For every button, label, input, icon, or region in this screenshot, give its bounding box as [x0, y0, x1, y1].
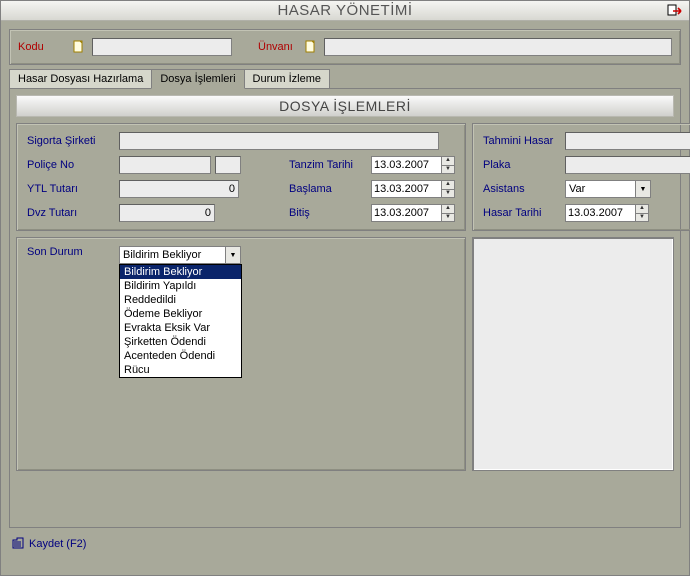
- tab-dosya-islemleri[interactable]: Dosya İşlemleri: [151, 69, 244, 89]
- dropdown-option[interactable]: Bildirim Bekliyor: [120, 265, 241, 279]
- spin-up-icon[interactable]: ▲: [441, 204, 455, 213]
- spin-up-icon[interactable]: ▲: [635, 204, 649, 213]
- plaka-label: Plaka: [483, 159, 561, 171]
- document-icon[interactable]: [304, 40, 318, 54]
- dropdown-option[interactable]: Şirketten Ödendi: [120, 335, 241, 349]
- spin-up-icon[interactable]: ▲: [441, 180, 455, 189]
- unvani-input[interactable]: [324, 38, 672, 56]
- sigorta-label: Sigorta Şirketi: [27, 135, 115, 147]
- spin-down-icon[interactable]: ▼: [441, 213, 455, 223]
- tab-hasar-dosyasi[interactable]: Hasar Dosyası Hazırlama: [9, 69, 152, 89]
- window-title: HASAR YÖNETİMİ: [277, 2, 412, 19]
- save-button[interactable]: Kaydet (F2): [11, 537, 86, 552]
- dropdown-option[interactable]: Rücu: [120, 363, 241, 377]
- baslama-label: Başlama: [289, 183, 367, 195]
- bitis-label: Bitiş: [289, 207, 367, 219]
- son-durum-combo[interactable]: ▼ Bildirim Bekliyor Bildirim Yapıldı Red…: [119, 246, 241, 264]
- chevron-down-icon[interactable]: ▼: [635, 180, 651, 198]
- window: HASAR YÖNETİMİ Kodu Ünvanı Hasar Dosyası…: [0, 0, 690, 576]
- sigorta-input[interactable]: [119, 132, 439, 150]
- tanzim-date[interactable]: ▲▼: [371, 156, 455, 174]
- bitis-date[interactable]: ▲▼: [371, 204, 455, 222]
- policy-group: Sigorta Şirketi Poliçe No Tanzim Tarihi …: [16, 123, 466, 231]
- dvz-label: Dvz Tutarı: [27, 207, 115, 219]
- baslama-date[interactable]: ▲▼: [371, 180, 455, 198]
- footer: Kaydet (F2): [1, 529, 689, 559]
- dropdown-option[interactable]: Bildirim Yapıldı: [120, 279, 241, 293]
- spin-up-icon[interactable]: ▲: [441, 156, 455, 165]
- save-label: Kaydet (F2): [29, 538, 86, 550]
- spin-down-icon[interactable]: ▼: [635, 213, 649, 223]
- dropdown-option[interactable]: Ödeme Bekliyor: [120, 307, 241, 321]
- exit-icon[interactable]: [667, 3, 683, 19]
- police-label: Poliçe No: [27, 159, 115, 171]
- asistans-label: Asistans: [483, 183, 561, 195]
- dropdown-option[interactable]: Evrakta Eksik Var: [120, 321, 241, 335]
- ytl-label: YTL Tutarı: [27, 183, 115, 195]
- panel-title: DOSYA İŞLEMLERİ: [16, 95, 674, 117]
- plaka-input[interactable]: [565, 156, 690, 174]
- tahmini-label: Tahmini Hasar: [483, 135, 561, 147]
- son-durum-dropdown: Bildirim Bekliyor Bildirim Yapıldı Redde…: [119, 264, 242, 378]
- ytl-input[interactable]: [119, 180, 239, 198]
- document-icon[interactable]: [72, 40, 86, 54]
- tanzim-label: Tanzim Tarihi: [289, 159, 367, 171]
- hasar-tarihi-date[interactable]: ▲▼: [565, 204, 649, 222]
- asistans-combo[interactable]: ▼: [565, 180, 651, 198]
- tabs: Hasar Dosyası Hazırlama Dosya İşlemleri …: [9, 69, 681, 89]
- hasar-tarihi-label: Hasar Tarihi: [483, 207, 561, 219]
- police-ext-input[interactable]: [215, 156, 241, 174]
- damage-group: Tahmini Hasar Plaka Asistans ▼ Hasar Tar…: [472, 123, 690, 231]
- notes-area[interactable]: [472, 237, 674, 471]
- son-durum-label: Son Durum: [27, 246, 115, 258]
- tab-durum-izleme[interactable]: Durum İzleme: [244, 69, 330, 89]
- save-icon: [11, 537, 25, 552]
- kodu-label: Kodu: [18, 41, 66, 53]
- spin-down-icon[interactable]: ▼: [441, 165, 455, 175]
- kodu-input[interactable]: [92, 38, 232, 56]
- police-input[interactable]: [119, 156, 211, 174]
- chevron-down-icon[interactable]: ▼: [225, 246, 241, 264]
- titlebar: HASAR YÖNETİMİ: [1, 1, 689, 21]
- dropdown-option[interactable]: Acenteden Ödendi: [120, 349, 241, 363]
- unvani-label: Ünvanı: [258, 41, 298, 53]
- status-group: Son Durum ▼ Bildirim Bekliyor Bildirim Y…: [16, 237, 466, 471]
- dvz-input[interactable]: [119, 204, 215, 222]
- identity-bar: Kodu Ünvanı: [9, 29, 681, 65]
- tab-panel: DOSYA İŞLEMLERİ Sigorta Şirketi Poliçe N…: [9, 88, 681, 528]
- tahmini-input[interactable]: [565, 132, 690, 150]
- spin-down-icon[interactable]: ▼: [441, 189, 455, 199]
- dropdown-option[interactable]: Reddedildi: [120, 293, 241, 307]
